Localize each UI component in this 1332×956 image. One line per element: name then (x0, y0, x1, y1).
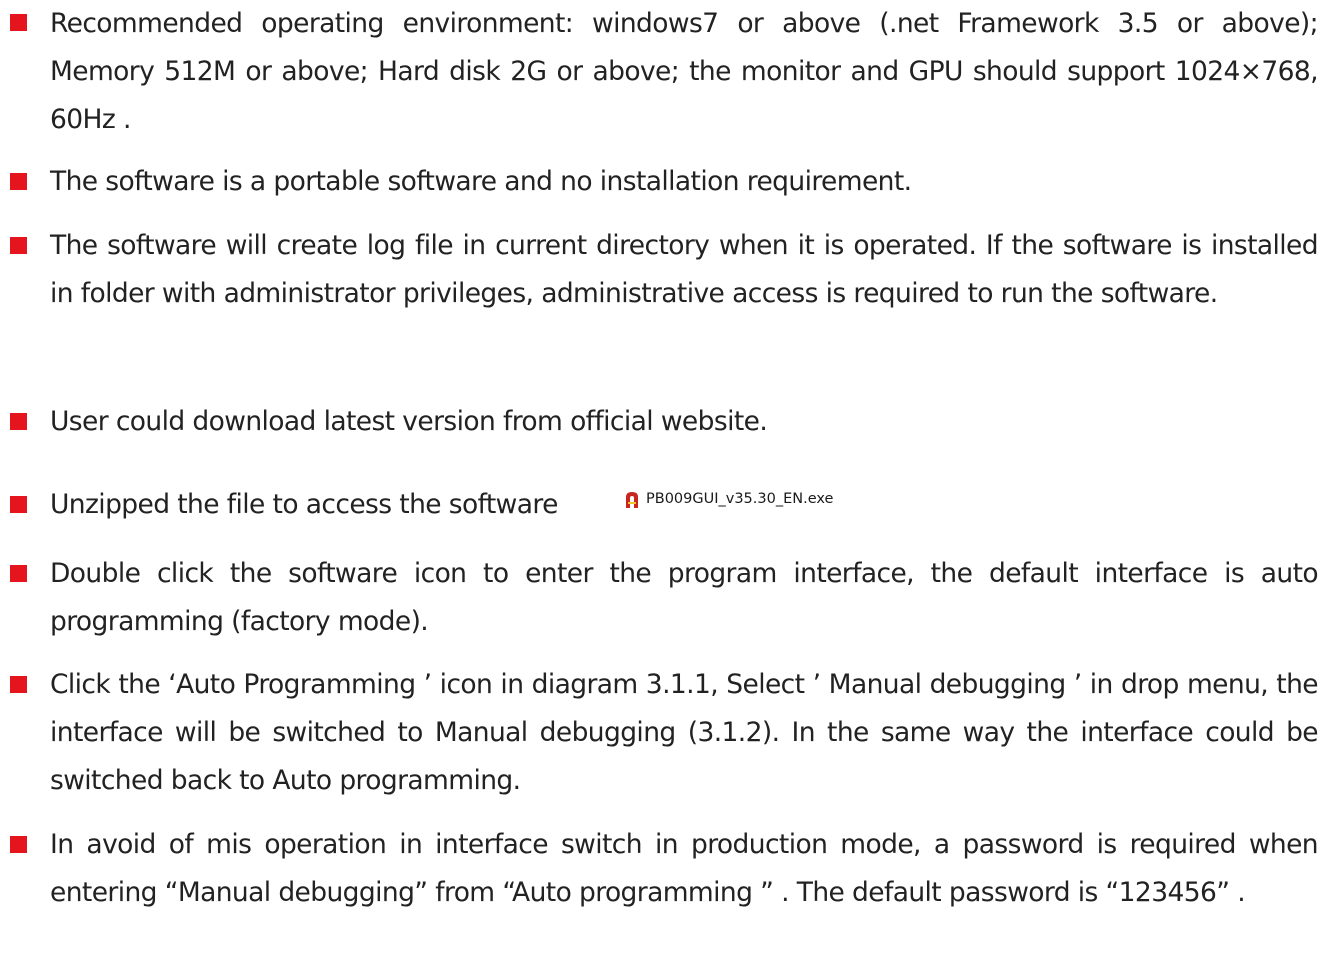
red-square-bullet-icon (10, 496, 27, 513)
list-item-text: Click the ‘Auto Programming ’ icon in di… (50, 669, 1319, 796)
document-page: Recommended operating environment: windo… (0, 0, 1332, 956)
red-square-bullet-icon (10, 14, 27, 31)
red-square-bullet-icon (10, 237, 27, 254)
app-exe-icon (626, 491, 638, 508)
red-square-bullet-icon (10, 173, 27, 190)
red-square-bullet-icon (10, 565, 27, 582)
exe-file-entry: PB009GUI_v35.30_EN.exe (625, 489, 833, 509)
exe-file-name: PB009GUI_v35.30_EN.exe (646, 491, 834, 507)
red-square-bullet-icon (10, 836, 27, 853)
list-item-text: The software is a portable software and … (50, 166, 912, 197)
red-square-bullet-icon (10, 676, 27, 693)
list-item-text: Double click the software icon to enter … (50, 558, 1319, 637)
list-item-text: In avoid of mis operation in interface s… (50, 829, 1319, 908)
list-item-text: User could download latest version from … (50, 406, 768, 437)
list-item-text: Recommended operating environment: windo… (50, 8, 1319, 135)
list-item-text: The software will create log file in cur… (50, 230, 1319, 309)
red-square-bullet-icon (10, 413, 27, 430)
